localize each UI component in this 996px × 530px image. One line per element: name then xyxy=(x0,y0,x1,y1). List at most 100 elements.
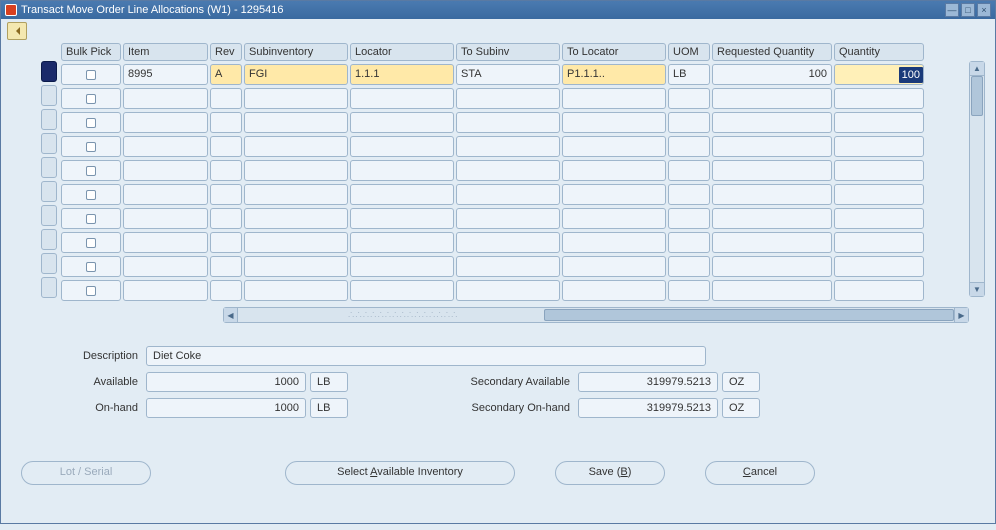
quantity-cell[interactable] xyxy=(834,160,924,181)
item-cell[interactable] xyxy=(123,160,208,181)
quantity-cell[interactable] xyxy=(834,112,924,133)
bulk-pick-checkbox[interactable] xyxy=(61,88,121,109)
uom-cell[interactable]: LB xyxy=(668,64,710,85)
vertical-scrollbar[interactable]: ▲ ▼ xyxy=(969,61,985,297)
quantity-cell[interactable] xyxy=(834,256,924,277)
requested-quantity-cell[interactable] xyxy=(712,184,832,205)
available-uom-field[interactable]: LB xyxy=(310,372,348,392)
to-subinv-cell[interactable] xyxy=(456,208,560,229)
subinventory-cell[interactable] xyxy=(244,112,348,133)
locator-cell[interactable] xyxy=(350,256,454,277)
requested-quantity-cell[interactable] xyxy=(712,136,832,157)
select-available-inventory-button[interactable]: Select Available Inventory xyxy=(285,461,515,485)
quantity-cell[interactable]: 100 xyxy=(834,64,924,85)
subinventory-cell[interactable] xyxy=(244,256,348,277)
locator-cell[interactable] xyxy=(350,184,454,205)
item-cell[interactable] xyxy=(123,256,208,277)
uom-cell[interactable] xyxy=(668,88,710,109)
scrollbar-thumb[interactable] xyxy=(544,309,954,321)
maximize-button[interactable]: □ xyxy=(961,3,975,17)
item-cell[interactable] xyxy=(123,112,208,133)
item-cell[interactable] xyxy=(123,280,208,301)
requested-quantity-cell[interactable] xyxy=(712,256,832,277)
scroll-right-icon[interactable]: ▶ xyxy=(954,308,968,322)
col-header-requested-quantity[interactable]: Requested Quantity xyxy=(712,43,832,61)
to-subinv-cell[interactable] xyxy=(456,88,560,109)
scrollbar-thumb[interactable] xyxy=(971,76,983,116)
secondary-available-uom-field[interactable]: OZ xyxy=(722,372,760,392)
requested-quantity-cell[interactable] xyxy=(712,88,832,109)
scroll-up-icon[interactable]: ▲ xyxy=(970,62,984,76)
to-locator-cell[interactable]: P1.1.1.. xyxy=(562,64,666,85)
rev-cell[interactable] xyxy=(210,280,242,301)
lot-serial-button[interactable]: Lot / Serial xyxy=(21,461,151,485)
to-locator-cell[interactable] xyxy=(562,232,666,253)
onhand-uom-field[interactable]: LB xyxy=(310,398,348,418)
subinventory-cell[interactable] xyxy=(244,136,348,157)
secondary-onhand-uom-field[interactable]: OZ xyxy=(722,398,760,418)
item-cell[interactable] xyxy=(123,184,208,205)
row-indicator[interactable] xyxy=(41,205,57,226)
locator-cell[interactable] xyxy=(350,88,454,109)
row-indicator[interactable] xyxy=(41,109,57,130)
quantity-cell[interactable] xyxy=(834,232,924,253)
bulk-pick-checkbox[interactable] xyxy=(61,136,121,157)
to-locator-cell[interactable] xyxy=(562,208,666,229)
col-header-rev[interactable]: Rev xyxy=(210,43,242,61)
subinventory-cell[interactable] xyxy=(244,208,348,229)
rev-cell[interactable] xyxy=(210,184,242,205)
quantity-cell[interactable] xyxy=(834,280,924,301)
uom-cell[interactable] xyxy=(668,184,710,205)
row-indicator[interactable] xyxy=(41,85,57,106)
bulk-pick-checkbox[interactable] xyxy=(61,256,121,277)
subinventory-cell[interactable] xyxy=(244,232,348,253)
locator-cell[interactable] xyxy=(350,160,454,181)
locator-cell[interactable] xyxy=(350,280,454,301)
uom-cell[interactable] xyxy=(668,112,710,133)
secondary-onhand-field[interactable]: 319979.5213 xyxy=(578,398,718,418)
rev-cell[interactable]: A xyxy=(210,64,242,85)
col-header-to-locator[interactable]: To Locator xyxy=(562,43,666,61)
item-cell[interactable] xyxy=(123,208,208,229)
rev-cell[interactable] xyxy=(210,256,242,277)
secondary-available-field[interactable]: 319979.5213 xyxy=(578,372,718,392)
item-cell[interactable] xyxy=(123,88,208,109)
uom-cell[interactable] xyxy=(668,280,710,301)
locator-cell[interactable] xyxy=(350,112,454,133)
subinventory-cell[interactable]: FGI xyxy=(244,64,348,85)
subinventory-cell[interactable] xyxy=(244,88,348,109)
bulk-pick-checkbox[interactable] xyxy=(61,208,121,229)
row-indicator[interactable] xyxy=(41,61,57,82)
scroll-down-icon[interactable]: ▼ xyxy=(970,282,984,296)
col-header-bulk-pick[interactable]: Bulk Pick xyxy=(61,43,121,61)
locator-cell[interactable] xyxy=(350,232,454,253)
rev-cell[interactable] xyxy=(210,88,242,109)
to-locator-cell[interactable] xyxy=(562,184,666,205)
locator-cell[interactable] xyxy=(350,208,454,229)
row-indicator[interactable] xyxy=(41,229,57,250)
bulk-pick-checkbox[interactable] xyxy=(61,160,121,181)
row-indicator[interactable] xyxy=(41,277,57,298)
uom-cell[interactable] xyxy=(668,256,710,277)
col-header-item[interactable]: Item xyxy=(123,43,208,61)
to-subinv-cell[interactable] xyxy=(456,232,560,253)
scroll-left-icon[interactable]: ◀ xyxy=(224,308,238,322)
row-indicator[interactable] xyxy=(41,133,57,154)
requested-quantity-cell[interactable] xyxy=(712,112,832,133)
item-cell[interactable] xyxy=(123,136,208,157)
description-field[interactable]: Diet Coke xyxy=(146,346,706,366)
uom-cell[interactable] xyxy=(668,136,710,157)
quantity-cell[interactable] xyxy=(834,136,924,157)
to-locator-cell[interactable] xyxy=(562,136,666,157)
rev-cell[interactable] xyxy=(210,112,242,133)
quantity-cell[interactable] xyxy=(834,208,924,229)
to-subinv-cell[interactable] xyxy=(456,280,560,301)
subinventory-cell[interactable] xyxy=(244,184,348,205)
bulk-pick-checkbox[interactable] xyxy=(61,112,121,133)
bulk-pick-checkbox[interactable] xyxy=(61,232,121,253)
to-subinv-cell[interactable] xyxy=(456,256,560,277)
bulk-pick-checkbox[interactable] xyxy=(61,280,121,301)
to-locator-cell[interactable] xyxy=(562,88,666,109)
item-cell[interactable]: 8995 xyxy=(123,64,208,85)
requested-quantity-cell[interactable] xyxy=(712,280,832,301)
